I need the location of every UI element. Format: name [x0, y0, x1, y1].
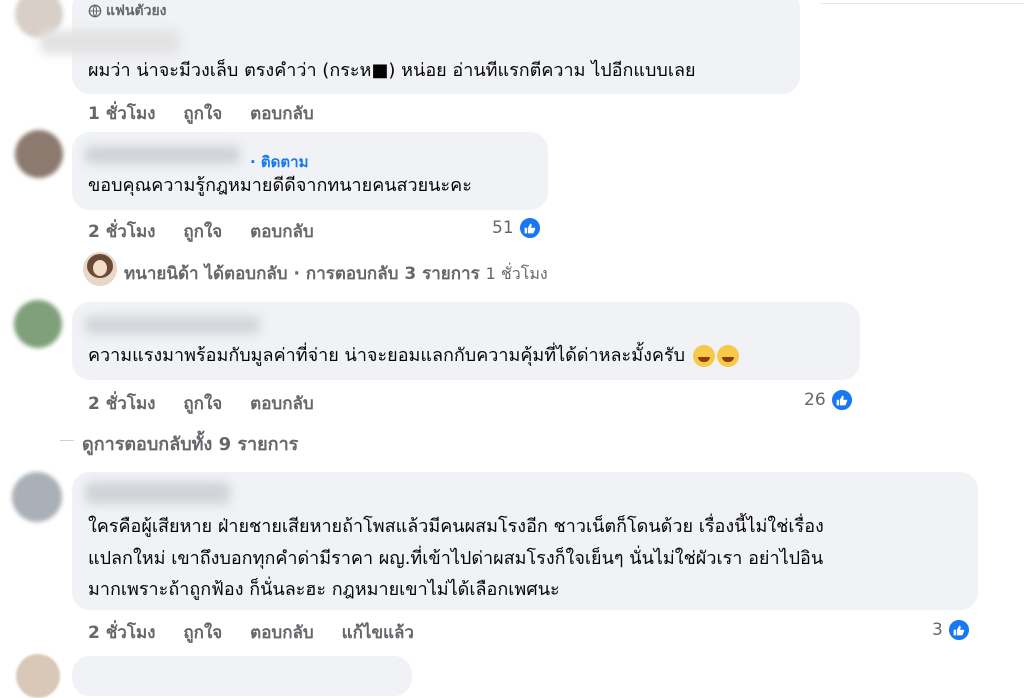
comment-text-body: ความแรงมาพร้อมกับมูลค่าที่จ่าย น่าจะยอมแ…	[88, 345, 686, 366]
comment-actions: 1 ชั่วโมง ถูกใจ ตอบกลับ	[88, 100, 336, 127]
reaction-summary[interactable]: 3	[932, 618, 971, 642]
thumbs-up-icon	[517, 216, 542, 240]
comment-time[interactable]: 2 ชั่วโมง	[88, 390, 155, 417]
author-name-blurred[interactable]	[85, 146, 240, 164]
reply-link[interactable]: ตอบกลับ	[250, 100, 314, 127]
reaction-summary[interactable]: 26	[804, 388, 854, 412]
comment-bubble	[72, 656, 412, 696]
reply-separator: ·	[293, 264, 300, 284]
like-link[interactable]: ถูกใจ	[183, 100, 222, 127]
reply-count[interactable]: การตอบกลับ 3 รายการ	[306, 264, 480, 284]
edited-label: แก้ไขแล้ว	[341, 623, 414, 643]
reply-summary[interactable]: ทนายนิด้า ได้ตอบกลับ · การตอบกลับ 3 รายก…	[124, 260, 548, 287]
avatar-face	[93, 260, 107, 276]
reply-author-name[interactable]: ทนายนิด้า	[124, 264, 199, 284]
comment-actions: 2 ชั่วโมง ถูกใจ ตอบกลับ	[88, 390, 336, 417]
avatar[interactable]	[15, 130, 63, 178]
avatar[interactable]	[12, 472, 62, 522]
top-divider	[820, 3, 1024, 4]
reply-link[interactable]: ตอบกลับ	[250, 218, 314, 245]
comment-text-line: แปลกใหม่ เขาถึงบอกทุกคำด่ามีราคา ผญ.ที่เ…	[88, 548, 824, 569]
author-name-blurred[interactable]	[85, 316, 260, 334]
reaction-count: 26	[804, 390, 826, 410]
thumbs-up-icon	[946, 618, 971, 642]
view-all-replies-link[interactable]: ดูการตอบกลับทั้ง 9 รายการ	[82, 429, 298, 458]
avatar[interactable]	[16, 654, 60, 698]
comment-text-line: มากเพราะถ้าถูกฟ้อง ก็นั่นละฮะ กฎหมายเขาไ…	[88, 579, 560, 600]
comment-text: ผมว่า น่าจะมีวงเล็บ ตรงคำว่า (กระห■) หน่…	[88, 60, 696, 81]
reply-link[interactable]: ตอบกลับ	[250, 619, 314, 646]
thumbs-up-icon	[829, 388, 854, 412]
comment-text: ความแรงมาพร้อมกับมูลค่าที่จ่าย น่าจะยอมแ…	[88, 340, 739, 371]
badge-label: แฟนตัวยง	[106, 3, 167, 19]
reply-link[interactable]: ตอบกลับ	[250, 390, 314, 417]
author-name-blurred[interactable]	[85, 482, 230, 504]
grin-sweat-emoji	[692, 345, 715, 367]
reaction-summary[interactable]: 51	[492, 216, 542, 240]
grin-sweat-emoji	[716, 345, 739, 367]
comment-actions: 2 ชั่วโมง ถูกใจ ตอบกลับ	[88, 218, 336, 245]
reply-author-avatar[interactable]	[83, 252, 117, 286]
comment-text: ขอบคุณความรู้กฎหมายดีดีจากทนายคนสวยนะคะ	[88, 175, 472, 196]
globe-icon	[88, 4, 102, 18]
like-link[interactable]: ถูกใจ	[183, 619, 222, 646]
like-link[interactable]: ถูกใจ	[183, 390, 222, 417]
avatar[interactable]	[14, 300, 62, 348]
badge: แฟนตัวยง	[88, 0, 167, 22]
comment-time[interactable]: 2 ชั่วโมง	[88, 218, 155, 245]
comment-actions: 2 ชั่วโมง ถูกใจ ตอบกลับ แก้ไขแล้ว	[88, 619, 436, 646]
author-name-blurred[interactable]	[40, 30, 180, 54]
reaction-count: 3	[932, 620, 943, 640]
comment-time[interactable]: 2 ชั่วโมง	[88, 619, 155, 646]
reply-thread-connector	[60, 440, 74, 441]
reply-time: 1 ชั่วโมง	[485, 264, 548, 283]
reaction-count: 51	[492, 218, 514, 238]
like-link[interactable]: ถูกใจ	[183, 218, 222, 245]
comment-time[interactable]: 1 ชั่วโมง	[88, 100, 155, 127]
reply-action: ได้ตอบกลับ	[204, 264, 288, 284]
comment-text-line: ใครคือผู้เสียหาย ฝ่ายชายเสียหายถ้าโพสแล้…	[88, 516, 824, 537]
